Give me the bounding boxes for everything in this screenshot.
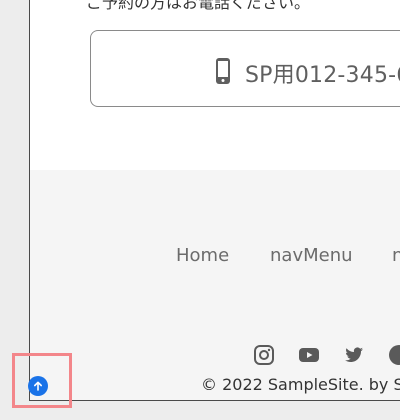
phone-call-button[interactable]: SP用012-345-6	[90, 30, 400, 107]
facebook-icon[interactable]	[388, 344, 400, 366]
instagram-icon[interactable]	[253, 344, 275, 366]
phone-number: SP用012-345-6	[245, 63, 400, 88]
footer-nav-home[interactable]: Home	[176, 245, 229, 266]
copyright-text: © 2022 SampleSite. by SA	[201, 375, 400, 394]
twitter-icon[interactable]	[343, 344, 365, 366]
site-footer: Home navMenu n © 2022 SampleSite. by SA	[30, 170, 400, 400]
scroll-to-top-button[interactable]	[28, 376, 48, 396]
footer-nav-navmenu[interactable]: navMenu	[270, 245, 353, 266]
youtube-icon[interactable]	[298, 344, 320, 366]
reservation-note: ご予約の方はお電話ください。	[86, 0, 311, 12]
footer-nav-more[interactable]: n	[392, 245, 400, 266]
page-viewport: ご予約の方はお電話ください。 SP用012-345-6 Home navMenu…	[29, 0, 400, 401]
smartphone-icon	[216, 58, 230, 84]
arrow-up-icon	[34, 381, 42, 391]
